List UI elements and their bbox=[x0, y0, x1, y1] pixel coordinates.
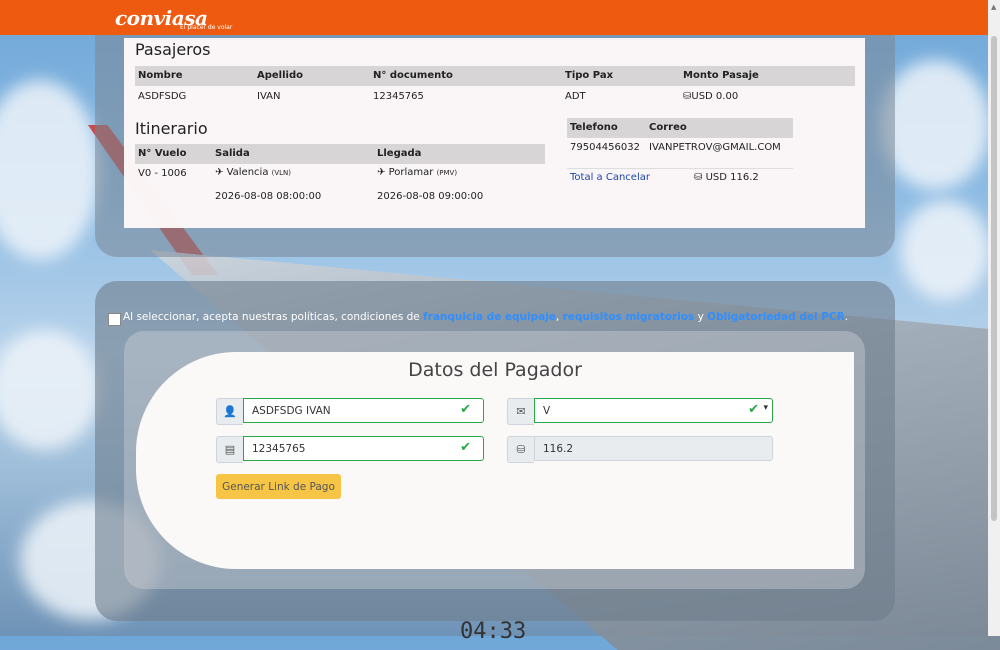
passengers-table-header: Nombre Apellido N° documento Tipo Pax Mo… bbox=[135, 66, 855, 86]
accept-policies-checkbox[interactable] bbox=[108, 313, 121, 326]
scroll-up-icon[interactable]: ▲ bbox=[991, 3, 996, 11]
payer-title: Datos del Pagador bbox=[408, 359, 582, 381]
col-tipo-pax: Tipo Pax bbox=[565, 70, 614, 81]
link-requisitos-migratorios[interactable]: requisitos migratorios bbox=[563, 311, 695, 323]
contact-email: IVANPETROV@GMAIL.COM bbox=[649, 142, 781, 153]
countdown-timer: 04:33 bbox=[460, 619, 527, 644]
col-documento: N° documento bbox=[373, 70, 453, 81]
payer-amount-group: ⛁ 116.2 bbox=[507, 436, 773, 463]
col-telefono: Telefono bbox=[570, 122, 618, 133]
payer-name-group: 👤 ASDFSDG IVAN ✔ bbox=[216, 398, 484, 425]
coins-icon: ⛁ bbox=[694, 172, 703, 183]
depart-city: Valencia bbox=[226, 167, 269, 178]
col-nombre: Nombre bbox=[138, 70, 183, 81]
payer-name-input[interactable]: ASDFSDG IVAN ✔ bbox=[243, 398, 484, 423]
id-card-icon: ▤ bbox=[216, 436, 243, 463]
link-obligatoriedad-pcr[interactable]: Obligatoriedad del PCR bbox=[707, 311, 845, 323]
total-value: USD 116.2 bbox=[705, 172, 759, 183]
payer-email-select[interactable]: V ✔ ▾ bbox=[534, 398, 773, 423]
depart-code: (VLN) bbox=[271, 169, 292, 177]
payer-amount-input: 116.2 bbox=[534, 436, 773, 461]
passenger-apellido: IVAN bbox=[257, 91, 281, 102]
brand-tagline: El placer de volar bbox=[180, 24, 233, 31]
policy-comma: , bbox=[555, 311, 560, 323]
passenger-documento: 12345765 bbox=[373, 91, 424, 102]
plane-arrival-icon: ✈ bbox=[377, 167, 386, 178]
contact-phone: 79504456032 bbox=[570, 142, 640, 153]
envelope-icon: ✉ bbox=[507, 398, 534, 425]
coins-icon: ⛁ bbox=[507, 436, 534, 463]
user-icon: 👤 bbox=[216, 398, 243, 425]
check-icon: ✔ bbox=[460, 440, 471, 455]
depart-time: 2026-08-08 08:00:00 bbox=[215, 191, 322, 202]
link-franquicia-equipaje[interactable]: franquicia de equipaje bbox=[423, 311, 556, 323]
contact-table-header: Telefono Correo bbox=[567, 118, 793, 138]
col-salida: Salida bbox=[215, 148, 250, 159]
col-correo: Correo bbox=[649, 122, 687, 133]
passenger-tipo-pax: ADT bbox=[565, 91, 586, 102]
payer-doc-group: ▤ 12345765 ✔ bbox=[216, 436, 484, 463]
payer-name-value: ASDFSDG IVAN bbox=[252, 404, 331, 417]
check-icon: ✔ bbox=[460, 402, 471, 417]
policy-text: Al seleccionar, acepta nuestras política… bbox=[123, 311, 848, 323]
itinerary-title: Itinerario bbox=[135, 119, 208, 138]
arrive-time: 2026-08-08 09:00:00 bbox=[377, 191, 484, 202]
check-icon: ✔ bbox=[748, 402, 759, 417]
col-vuelo: N° Vuelo bbox=[138, 148, 187, 159]
plane-departure-icon: ✈ bbox=[215, 167, 224, 178]
flight-number: V0 - 1006 bbox=[138, 168, 187, 179]
passenger-monto: USD 0.00 bbox=[691, 91, 739, 102]
scrollbar-thumb[interactable] bbox=[991, 36, 997, 521]
policy-period: . bbox=[844, 311, 849, 323]
policy-intro: Al seleccionar, acepta nuestras política… bbox=[123, 311, 420, 323]
payer-amount-value: 116.2 bbox=[543, 442, 574, 455]
payer-email-group: ✉ V ✔ ▾ bbox=[507, 398, 773, 425]
arrive-city: Porlamar bbox=[388, 167, 434, 178]
chevron-down-icon[interactable]: ▾ bbox=[763, 403, 768, 413]
policy-and: y bbox=[697, 311, 704, 323]
generate-payment-link-button[interactable]: Generar Link de Pago bbox=[216, 474, 341, 499]
payer-doc-value: 12345765 bbox=[252, 442, 306, 455]
page-scrollbar[interactable]: ▲ bbox=[988, 0, 1000, 636]
col-llegada: Llegada bbox=[377, 148, 422, 159]
arrive-code: (PMV) bbox=[436, 169, 458, 177]
passengers-title: Pasajeros bbox=[135, 40, 211, 59]
itinerary-table-header: N° Vuelo Salida Llegada bbox=[135, 144, 545, 164]
total-label: Total a Cancelar bbox=[570, 172, 650, 183]
col-apellido: Apellido bbox=[257, 70, 303, 81]
top-header-bar: conviasa El placer de volar bbox=[0, 0, 988, 35]
col-monto: Monto Pasaje bbox=[683, 70, 759, 81]
payer-doc-input[interactable]: 12345765 ✔ bbox=[243, 436, 484, 461]
passenger-nombre: ASDFSDG bbox=[138, 91, 187, 102]
payer-email-value: V bbox=[543, 404, 551, 417]
summary-card: Pasajeros Nombre Apellido N° documento T… bbox=[124, 38, 865, 228]
